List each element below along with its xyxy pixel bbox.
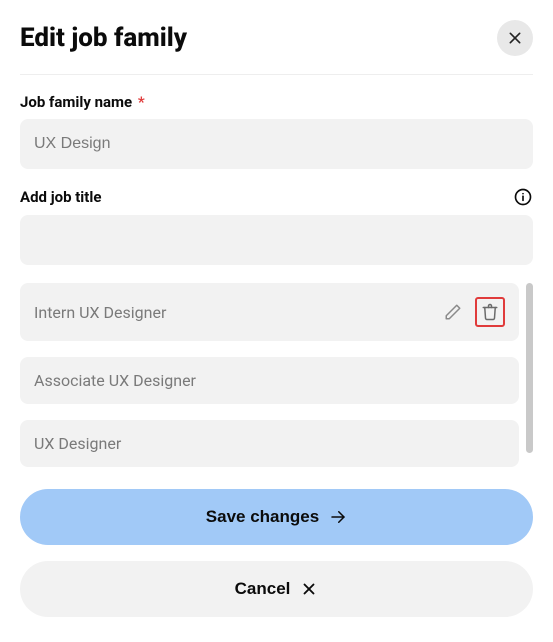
job-title-row[interactable]: UX Designer bbox=[20, 420, 519, 467]
add-job-title-input[interactable] bbox=[20, 215, 533, 265]
add-job-title-group: Add job title bbox=[20, 187, 533, 265]
save-button-label: Save changes bbox=[206, 507, 319, 527]
edit-job-family-modal: Edit job family Job family name * Add jo… bbox=[0, 0, 553, 642]
close-icon bbox=[507, 30, 523, 46]
job-family-name-input[interactable] bbox=[20, 119, 533, 169]
modal-title: Edit job family bbox=[20, 23, 187, 53]
close-icon bbox=[300, 580, 318, 598]
delete-button[interactable] bbox=[475, 297, 505, 327]
job-title-label: UX Designer bbox=[34, 434, 121, 453]
modal-footer: Save changes Cancel bbox=[20, 489, 533, 617]
job-title-row[interactable]: Associate UX Designer bbox=[20, 357, 519, 404]
row-actions bbox=[441, 297, 505, 327]
arrow-right-icon bbox=[329, 508, 347, 526]
save-changes-button[interactable]: Save changes bbox=[20, 489, 533, 545]
cancel-button[interactable]: Cancel bbox=[20, 561, 533, 617]
job-title-row[interactable]: Intern UX Designer bbox=[20, 283, 519, 341]
close-button[interactable] bbox=[497, 20, 533, 56]
job-family-name-label: Job family name * bbox=[20, 93, 145, 111]
pencil-icon bbox=[444, 303, 462, 321]
trash-icon bbox=[481, 303, 499, 321]
modal-header: Edit job family bbox=[20, 20, 533, 75]
add-job-title-label: Add job title bbox=[20, 188, 101, 206]
job-title-label: Intern UX Designer bbox=[34, 303, 166, 322]
cancel-button-label: Cancel bbox=[235, 579, 291, 599]
job-family-name-group: Job family name * bbox=[20, 93, 533, 169]
edit-button[interactable] bbox=[441, 300, 465, 324]
job-title-list: Intern UX Designer Associate UX Designer U… bbox=[20, 283, 533, 467]
required-marker: * bbox=[138, 93, 145, 111]
scrollbar[interactable] bbox=[526, 283, 533, 453]
info-icon[interactable] bbox=[513, 187, 533, 207]
job-title-label: Associate UX Designer bbox=[34, 371, 196, 390]
